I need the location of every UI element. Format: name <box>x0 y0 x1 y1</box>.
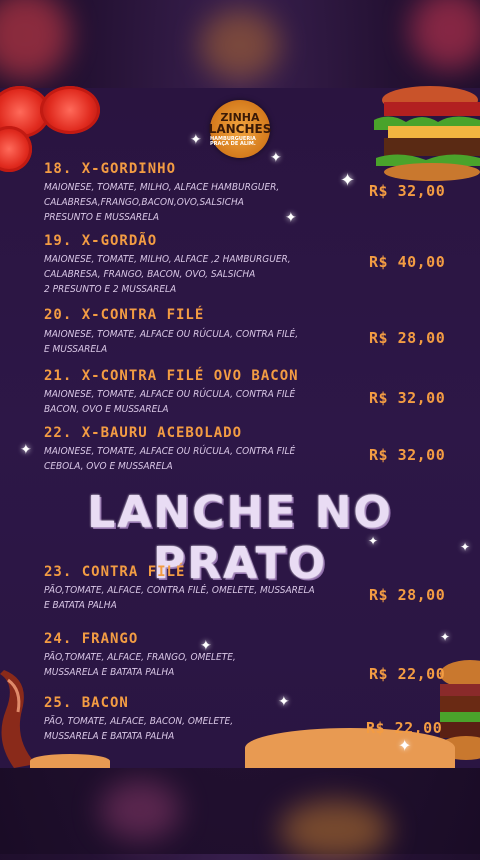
item-price: R$ 32,00 <box>369 446 446 464</box>
item-title: 18. X-GORDINHO <box>44 161 177 177</box>
desc-line: MUSSARELA E BATATA PALHA <box>44 667 175 678</box>
item-title: 19. X-GORDÃO <box>44 233 158 249</box>
item-description: MAIONESE, TOMATE, MILHO, ALFACE ,2 HAMBU… <box>44 252 344 297</box>
item-price: R$ 22,00 <box>369 665 446 683</box>
item-description: MAIONESE, TOMATE, ALFACE OU RÚCULA, CONT… <box>44 387 344 417</box>
item-description: PÃO,TOMATE, ALFACE, FRANGO, OMELETE, MUS… <box>44 650 344 680</box>
logo-name-line1: ZINHA <box>220 110 260 124</box>
item-title: 23. CONTRA FILÉ <box>44 564 186 580</box>
desc-line: BACON, OVO E MUSSARELA <box>44 404 169 415</box>
item-price: R$ 40,00 <box>369 253 446 271</box>
logo-tagline: HAMBURGUERIA PRAÇA DE ALIM. <box>210 135 256 147</box>
item-price: R$ 28,00 <box>369 586 446 604</box>
item-title: 20. X-CONTRA FILÉ <box>44 307 205 323</box>
item-description: MAIONESE, TOMATE, MILHO, ALFACE HAMBURGU… <box>44 180 344 225</box>
brand-logo: ZINHA LANCHES HAMBURGUERIA PRAÇA DE ALIM… <box>208 100 272 158</box>
item-description: MAIONESE, TOMATE, ALFACE OU RÚCULA, CONT… <box>44 444 344 474</box>
item-title: 24. FRANGO <box>44 631 139 647</box>
desc-line: PRESUNTO E MUSSARELA <box>44 212 160 223</box>
desc-line: PÃO,TOMATE, ALFACE, CONTRA FILÉ, OMELETE… <box>44 585 315 596</box>
item-price: R$ 32,00 <box>369 389 446 407</box>
desc-line: 2 PRESUNTO E 2 MUSSARELA <box>44 284 177 295</box>
bacon-image <box>0 670 36 768</box>
sparkle-icon: ✦ <box>20 442 32 458</box>
desc-line: MAIONESE, TOMATE, ALFACE OU RÚCULA, CONT… <box>44 446 296 457</box>
desc-line: PÃO, TOMATE, ALFACE, BACON, OMELETE, <box>44 716 234 727</box>
desc-line: MAIONESE, TOMATE, MILHO, ALFACE HAMBURGU… <box>44 182 280 193</box>
bokeh-light <box>410 0 480 70</box>
item-description: PÃO, TOMATE, ALFACE, BACON, OMELETE, MUS… <box>44 714 344 744</box>
item-description: PÃO,TOMATE, ALFACE, CONTRA FILÉ, OMELETE… <box>44 583 344 613</box>
desc-line: MUSSARELA E BATATA PALHA <box>44 731 175 742</box>
item-price: R$ 28,00 <box>369 329 446 347</box>
logo-name-line2: LANCHES <box>208 121 272 136</box>
desc-line: E BATATA PALHA <box>44 600 117 611</box>
bokeh-light <box>280 800 390 860</box>
desc-line: MAIONESE, TOMATE, MILHO, ALFACE ,2 HAMBU… <box>44 254 291 265</box>
desc-line: CALABRESA, FRANGO, BACON, OVO, SALSICHA <box>44 269 256 280</box>
decor-hill <box>30 754 110 768</box>
tomato-slice-image <box>40 86 100 134</box>
sparkle-icon: ✦ <box>190 132 202 148</box>
desc-line: E MUSSARELA <box>44 344 108 355</box>
item-title: 25. BACON <box>44 695 129 711</box>
desc-line: CALABRESA,FRANGO,BACON,OVO,SALSICHA <box>44 197 244 208</box>
bokeh-light <box>200 10 280 80</box>
desc-line: CEBOLA, OVO E MUSSARELA <box>44 461 173 472</box>
item-title: 21. X-CONTRA FILÉ OVO BACON <box>44 368 299 384</box>
item-title: 22. X-BAURU ACEBOLADO <box>44 425 243 441</box>
bokeh-light <box>100 780 180 840</box>
bokeh-light <box>0 0 70 80</box>
item-price: R$ 22,00 <box>366 719 443 737</box>
desc-line: MAIONESE, TOMATE, ALFACE OU RÚCULA, CONT… <box>44 389 296 400</box>
desc-line: MAIONESE, TOMATE, ALFACE OU RÚCULA, CONT… <box>44 329 299 340</box>
desc-line: PÃO,TOMATE, ALFACE, FRANGO, OMELETE, <box>44 652 236 663</box>
item-price: R$ 32,00 <box>369 182 446 200</box>
item-description: MAIONESE, TOMATE, ALFACE OU RÚCULA, CONT… <box>44 327 344 357</box>
